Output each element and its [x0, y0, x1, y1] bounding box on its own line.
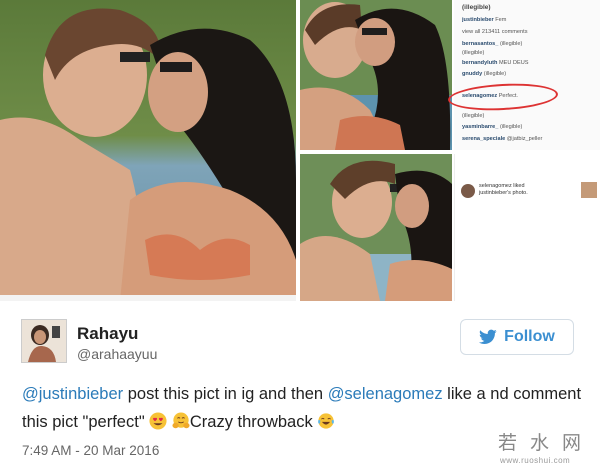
avatar[interactable]	[21, 319, 67, 363]
comment-line: (illegible)	[462, 50, 485, 56]
watermark-url: www.ruoshui.com	[500, 456, 571, 465]
twitter-bird-icon	[479, 329, 497, 344]
comment-line: bernasantos_ (illegible)	[462, 41, 523, 47]
author-name[interactable]: Rahayu	[77, 324, 138, 344]
watermark: 若水网 www.ruoshui.com	[498, 428, 598, 469]
mention-link[interactable]: @selenagomez	[328, 385, 443, 403]
follow-label: Follow	[504, 328, 555, 345]
tweet-text-part: post this pict in ig and then	[123, 385, 328, 403]
view-all-comments-link: view all 213411 comments	[462, 29, 528, 35]
comment-line: (illegible)	[462, 113, 485, 119]
comment-line: serena_speciale @jatbiz_peller	[462, 136, 543, 142]
comment-line: yasminbarre_ (illegible)	[462, 124, 523, 130]
main-kiss-photo	[0, 0, 296, 301]
heart-eyes-emoji-icon	[149, 412, 167, 430]
avatar-image	[22, 320, 66, 362]
author-handle[interactable]: @arahaayuu	[77, 346, 157, 362]
follow-button[interactable]: Follow	[460, 319, 574, 355]
avatar	[461, 184, 475, 198]
watermark-text: 若水网	[498, 432, 595, 454]
tweet-text-part: Crazy throwback	[189, 413, 318, 431]
activity-text: selenagomez liked justinbieber's photo.	[479, 183, 528, 196]
mention-link[interactable]: @justinbieber	[22, 385, 123, 403]
activity-thumbnail	[581, 182, 597, 198]
top-kiss-photo	[300, 0, 452, 150]
tears-of-joy-emoji-icon	[318, 413, 335, 429]
photo-collage: (illegible) justinbieber Fem view all 21…	[0, 0, 600, 301]
bottom-kiss-photo	[300, 154, 452, 301]
hugging-emoji-icon	[172, 412, 190, 429]
comment-line: justinbieber Fem	[462, 17, 507, 23]
likes-count: (illegible)	[462, 4, 491, 11]
comment-line: bernandyluth MEU DEUS	[462, 60, 529, 66]
instagram-activity-panel: selenagomez liked justinbieber's photo.	[454, 154, 600, 301]
instagram-comments-panel: (illegible) justinbieber Fem view all 21…	[454, 0, 600, 150]
tweet-timestamp[interactable]: 7:49 AM - 20 Mar 2016	[22, 443, 159, 458]
comment-line: gnuddy (illegible)	[462, 71, 507, 77]
